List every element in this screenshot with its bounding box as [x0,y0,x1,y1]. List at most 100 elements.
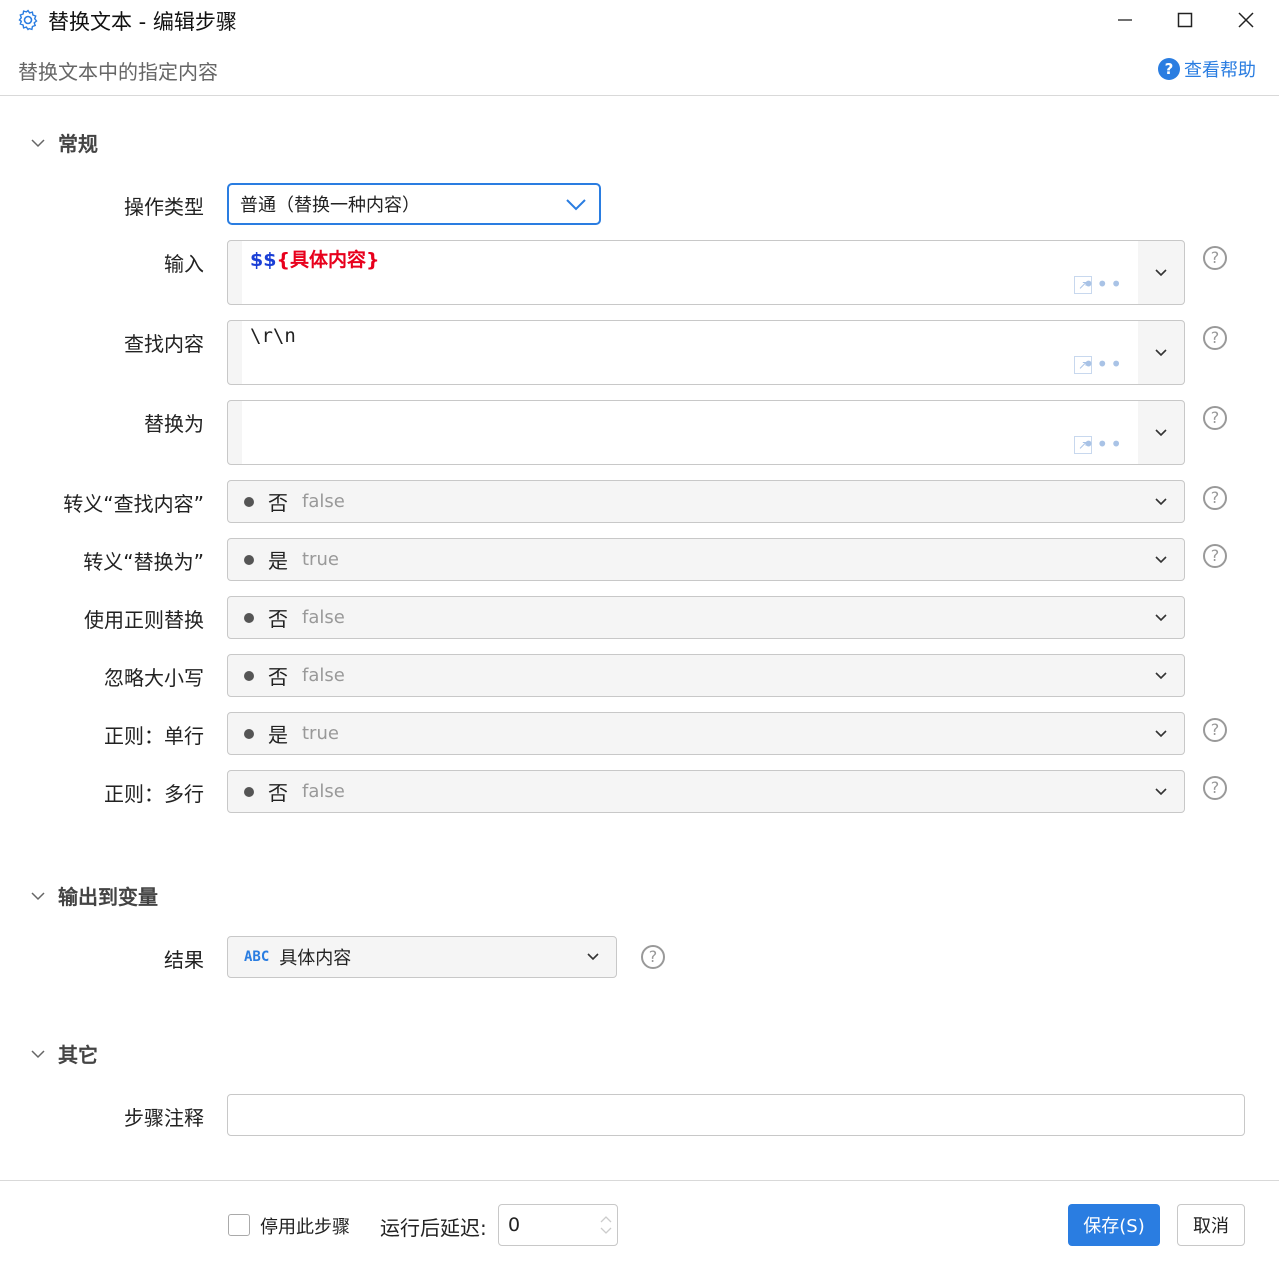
comment-label: 步骤注释 [124,1106,204,1130]
section-general-label: 常规 [58,132,98,156]
bool-text: 否 [268,491,288,515]
use-regex-label: 使用正则替换 [84,608,204,632]
op-type-label: 操作类型 [124,195,204,219]
input-label: 输入 [164,252,204,276]
result-select[interactable]: ABC 具体内容 [227,936,617,978]
chevron-down-icon [1155,613,1167,621]
help-icon[interactable]: ? [1203,718,1227,742]
section-output-label: 输出到变量 [58,885,158,909]
find-value: \r\n [250,325,296,347]
ignore-case-label: 忽略大小写 [104,666,204,690]
replace-field[interactable]: ↗ ••• [227,400,1185,465]
chevron-down-icon [1155,555,1167,563]
bool-dot [244,612,254,623]
spinner-arrows-icon[interactable] [599,1213,613,1237]
bool-dot [244,554,254,565]
replace-editor[interactable] [242,401,1138,464]
chevron-down-icon[interactable] [1154,266,1168,280]
bool-text: 是 [268,723,288,747]
maximize-button[interactable] [1165,6,1205,34]
input-prefix: $$ [250,249,277,271]
disable-step-checkbox[interactable] [228,1214,250,1236]
op-type-select[interactable]: 普通（替换一种内容） [227,183,601,225]
section-other-label: 其它 [58,1043,98,1067]
cancel-button[interactable]: 取消 [1177,1204,1245,1246]
section-general[interactable]: 常规 [30,128,98,157]
chevron-down-icon [1155,729,1167,737]
help-icon[interactable]: ? [641,945,665,969]
regex-single-select[interactable]: 是 true [227,712,1185,755]
input-value: $${具体内容} [250,245,380,272]
gear-icon [18,9,38,31]
footer-divider [0,1180,1279,1181]
more-icon[interactable]: ••• [1083,432,1124,456]
chevron-down-icon [31,891,45,900]
help-label: 查看帮助 [1184,60,1256,81]
chevron-down-icon [31,138,45,147]
close-button[interactable] [1226,6,1266,34]
regex-multi-select[interactable]: 否 false [227,770,1185,813]
chevron-down-icon[interactable] [1154,426,1168,440]
escape-find-label: 转义“查找内容” [63,492,204,516]
maximize-icon [1177,12,1193,28]
close-icon [1238,12,1254,28]
bool-value: false [302,781,345,802]
bool-dot [244,496,254,507]
bool-text: 否 [268,607,288,631]
bool-text: 是 [268,549,288,573]
section-other[interactable]: 其它 [30,1039,98,1068]
section-output[interactable]: 输出到变量 [30,881,158,910]
delay-label: 运行后延迟: [380,1216,487,1240]
input-field[interactable]: $${具体内容} ↗ ••• [227,240,1185,305]
regex-multi-label: 正则：多行 [104,782,204,806]
result-label: 结果 [164,948,204,972]
bool-text: 否 [268,781,288,805]
bool-value: false [302,665,345,686]
chevron-down-icon [31,1049,45,1058]
delay-value: 0 [508,1214,521,1236]
chevron-down-icon [1155,497,1167,505]
replace-label: 替换为 [144,412,204,436]
bool-dot [244,670,254,681]
bool-value: false [302,491,345,512]
help-icon[interactable]: ? [1203,486,1227,510]
op-type-value: 普通（替换一种内容） [240,195,420,216]
minimize-button[interactable] [1105,6,1145,34]
help-icon[interactable]: ? [1203,246,1227,270]
more-icon[interactable]: ••• [1083,272,1124,296]
bool-value: true [302,549,339,570]
help-icon[interactable]: ? [1203,544,1227,568]
input-variable: {具体内容} [276,249,380,271]
chevron-down-icon [1155,787,1167,795]
chevron-down-icon [566,199,586,211]
help-icon[interactable]: ? [1203,406,1227,430]
delay-input[interactable]: 0 [498,1204,618,1246]
bool-dot [244,728,254,739]
bool-value: false [302,607,345,628]
help-icon[interactable]: ? [1203,776,1227,800]
minimize-icon [1118,19,1132,21]
bool-dot [244,786,254,797]
chevron-down-icon[interactable] [1154,346,1168,360]
window-title: 替换文本 - 编辑步骤 [48,10,237,34]
bool-value: true [302,723,339,744]
find-label: 查找内容 [124,332,204,356]
regex-single-label: 正则：单行 [104,724,204,748]
result-value: 具体内容 [279,948,352,969]
escape-replace-label: 转义“替换为” [83,550,204,574]
help-icon: ? [1158,58,1180,80]
find-field[interactable]: \r\n ↗ ••• [227,320,1185,385]
escape-replace-select[interactable]: 是 true [227,538,1185,581]
divider [0,95,1279,96]
bool-text: 否 [268,665,288,689]
comment-input[interactable] [227,1094,1245,1136]
more-icon[interactable]: ••• [1083,352,1124,376]
disable-step-label: 停用此步骤 [260,1217,350,1238]
save-button[interactable]: 保存(S) [1068,1204,1160,1246]
escape-find-select[interactable]: 否 false [227,480,1185,523]
help-link[interactable]: ? 查看帮助 [1158,56,1256,82]
use-regex-select[interactable]: 否 false [227,596,1185,639]
find-editor[interactable] [242,321,1138,384]
ignore-case-select[interactable]: 否 false [227,654,1185,697]
help-icon[interactable]: ? [1203,326,1227,350]
